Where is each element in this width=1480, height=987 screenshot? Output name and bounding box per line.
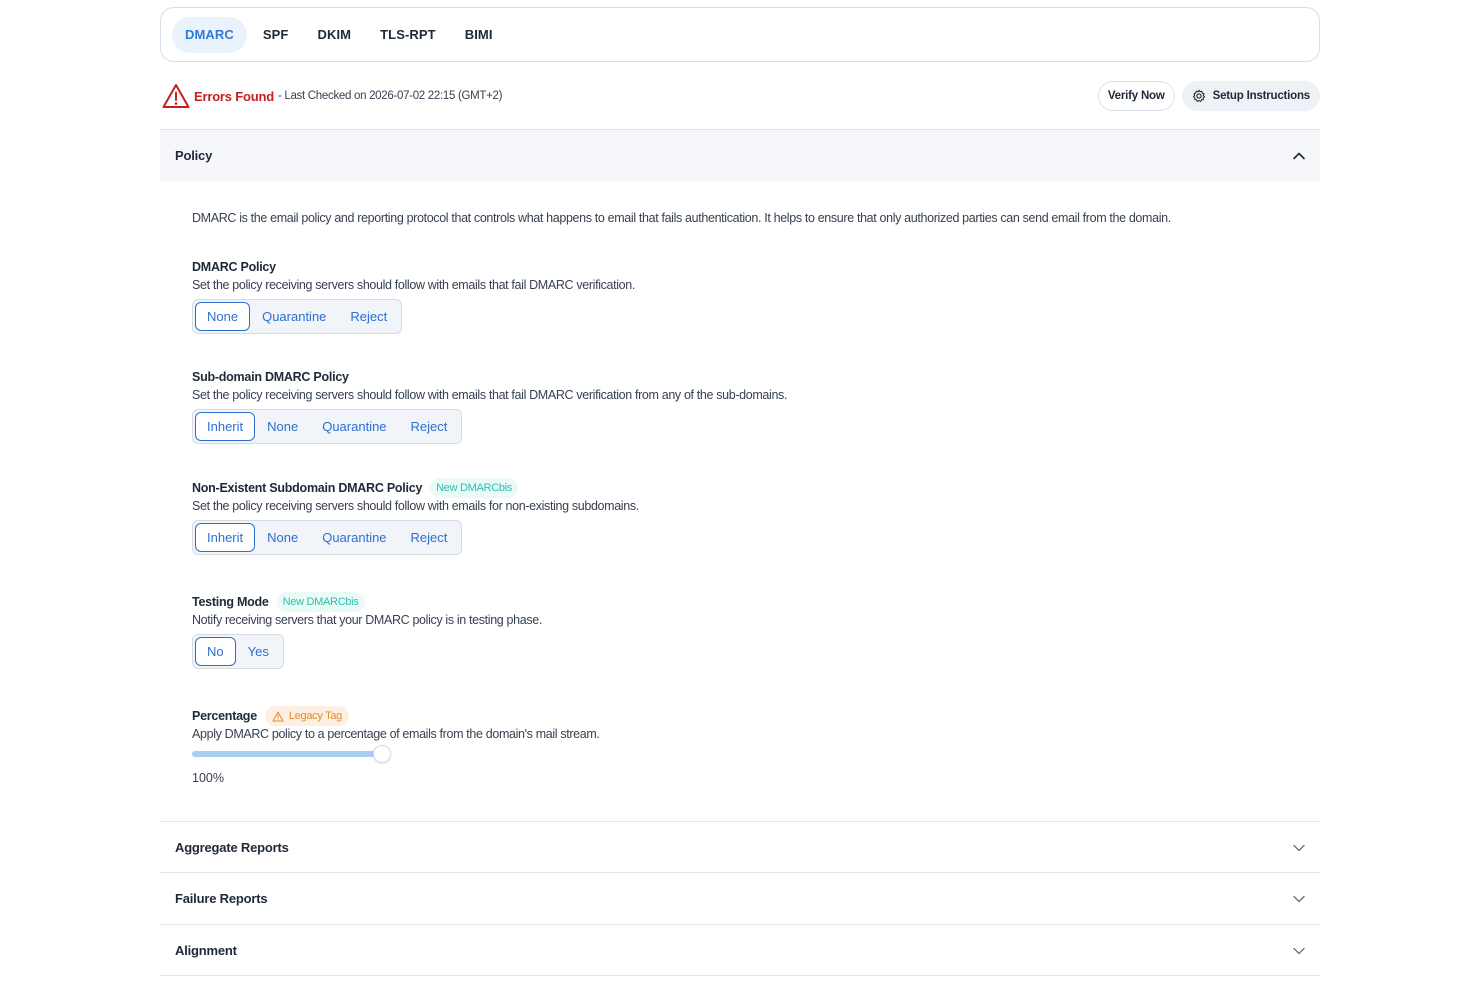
- setup-instructions-button[interactable]: Setup Instructions: [1181, 81, 1320, 111]
- failure-reports-section-header[interactable]: Failure Reports: [160, 872, 1320, 924]
- subdomain-policy-option-reject[interactable]: Reject: [399, 412, 460, 441]
- nonexistent-subdomain-policy-field: Non-Existent Subdomain DMARC Policy New …: [192, 478, 639, 555]
- alignment-section-header[interactable]: Alignment: [160, 924, 1320, 976]
- chevron-down-icon: [1293, 947, 1305, 954]
- verify-now-label: Verify Now: [1107, 90, 1165, 102]
- dmarc-policy-field: DMARC Policy Set the policy receiving se…: [192, 257, 635, 334]
- subdomain-policy-field: Sub-domain DMARC Policy Set the policy r…: [192, 367, 787, 444]
- status-actions: Verify Now Setup Instructions: [1097, 81, 1320, 111]
- legacy-tag-label: Legacy Tag: [288, 710, 342, 722]
- nonexistent-policy-option-none[interactable]: None: [255, 523, 310, 552]
- section-divider: [160, 975, 1320, 976]
- dmarc-policy-desc: Set the policy receiving servers should …: [192, 278, 635, 292]
- setup-instructions-label: Setup Instructions: [1212, 90, 1311, 102]
- tab-dmarc[interactable]: DMARC: [172, 16, 247, 53]
- alignment-title: Alignment: [175, 943, 237, 958]
- subdomain-policy-title: Sub-domain DMARC Policy: [192, 370, 349, 384]
- dmarc-policy-option-none[interactable]: None: [195, 302, 251, 331]
- dmarc-policy-segmented-control: None Quarantine Reject: [192, 299, 403, 334]
- dmarc-policy-title: DMARC Policy: [192, 260, 276, 274]
- protocol-tab-bar: DMARC SPF DKIM TLS-RPT BIMI: [160, 7, 1320, 62]
- policy-section-header[interactable]: Policy: [160, 129, 1320, 181]
- nonexistent-policy-option-inherit[interactable]: Inherit: [195, 523, 256, 552]
- new-dmarcbis-badge: New DMARCbis: [430, 478, 519, 498]
- new-dmarcbis-badge: New DMARCbis: [276, 592, 365, 612]
- nonexistent-policy-segmented-control: Inherit None Quarantine Reject: [192, 520, 463, 555]
- testing-mode-desc: Notify receiving servers that your DMARC…: [192, 613, 542, 627]
- warning-triangle-icon: [272, 711, 284, 721]
- legacy-tag-badge: Legacy Tag: [264, 706, 349, 726]
- percentage-title: Percentage: [192, 709, 257, 723]
- testing-mode-option-yes[interactable]: Yes: [236, 637, 281, 666]
- verify-now-button[interactable]: Verify Now: [1097, 81, 1175, 111]
- failure-reports-title: Failure Reports: [175, 891, 268, 906]
- testing-mode-segmented-control: No Yes: [192, 634, 284, 669]
- status-summary: Errors Found - Last Checked on 2026-07-0…: [162, 82, 502, 110]
- chevron-down-icon: [1293, 844, 1305, 851]
- subdomain-policy-segmented-control: Inherit None Quarantine Reject: [192, 409, 463, 444]
- testing-mode-option-no[interactable]: No: [195, 637, 236, 666]
- nonexistent-policy-title: Non-Existent Subdomain DMARC Policy: [192, 481, 423, 495]
- nonexistent-policy-desc: Set the policy receiving servers should …: [192, 499, 639, 513]
- subdomain-policy-desc: Set the policy receiving servers should …: [192, 388, 788, 402]
- tab-bimi[interactable]: BIMI: [452, 17, 506, 53]
- percentage-slider[interactable]: [192, 745, 392, 765]
- status-title: Errors Found: [194, 88, 274, 104]
- subdomain-policy-option-inherit[interactable]: Inherit: [195, 412, 256, 441]
- status-row: Errors Found - Last Checked on 2026-07-0…: [160, 80, 1320, 112]
- aggregate-reports-section-header[interactable]: Aggregate Reports: [160, 821, 1320, 873]
- slider-thumb[interactable]: [373, 745, 391, 763]
- warning-triangle-icon: [162, 84, 190, 108]
- policy-section-title: Policy: [175, 148, 213, 163]
- tab-tls-rpt[interactable]: TLS-RPT: [367, 17, 449, 53]
- chevron-up-icon: [1293, 152, 1305, 159]
- nonexistent-policy-option-reject[interactable]: Reject: [399, 523, 460, 552]
- dmarc-policy-option-reject[interactable]: Reject: [338, 302, 399, 331]
- percentage-field: Percentage Legacy Tag Apply DMARC policy…: [192, 706, 600, 785]
- gear-icon: [1192, 89, 1205, 102]
- percentage-desc: Apply DMARC policy to a percentage of em…: [192, 727, 600, 741]
- percentage-value: 100%: [192, 771, 224, 785]
- testing-mode-field: Testing Mode New DMARCbis Notify receivi…: [192, 592, 542, 669]
- subdomain-policy-option-quarantine[interactable]: Quarantine: [310, 412, 398, 441]
- chevron-down-icon: [1293, 895, 1305, 902]
- dmarc-policy-option-quarantine[interactable]: Quarantine: [250, 302, 338, 331]
- policy-intro-text: DMARC is the email policy and reporting …: [192, 211, 1171, 225]
- tab-spf[interactable]: SPF: [250, 17, 302, 53]
- slider-track: [192, 751, 382, 757]
- slider-fill: [192, 751, 382, 757]
- subdomain-policy-option-none[interactable]: None: [255, 412, 310, 441]
- testing-mode-title: Testing Mode: [192, 595, 269, 609]
- nonexistent-policy-option-quarantine[interactable]: Quarantine: [310, 523, 398, 552]
- tab-dkim[interactable]: DKIM: [304, 17, 364, 53]
- last-checked-text: - Last Checked on 2026-07-02 22:15 (GMT+…: [277, 90, 503, 102]
- aggregate-reports-title: Aggregate Reports: [175, 840, 289, 855]
